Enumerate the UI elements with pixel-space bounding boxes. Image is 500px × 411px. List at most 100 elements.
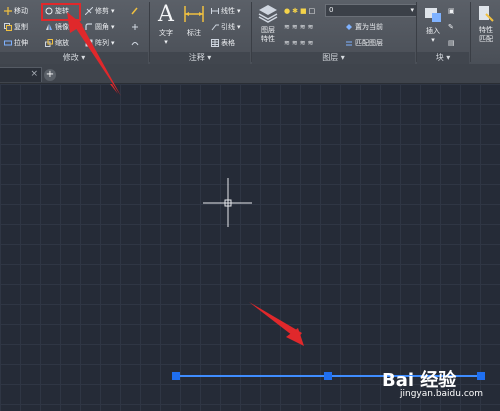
create-block-icon: ▣	[448, 7, 455, 15]
red-arrow-annotation	[110, 84, 118, 94]
new-tab-button[interactable]: +	[44, 69, 56, 81]
layer-tool-icon: ≋	[284, 23, 290, 31]
layer-tool-icon: ≋	[307, 23, 314, 31]
leader-button[interactable]: 引线 ▾	[211, 22, 241, 32]
explode-icon	[132, 24, 138, 30]
linear-label: 线性	[221, 7, 235, 15]
match-properties-button[interactable]: 特性 匹配	[472, 4, 500, 44]
match-layer-label: 匹配图层	[355, 39, 383, 47]
fillet-button[interactable]: 圆角 ▾	[85, 22, 115, 32]
layer-tool-icon: ≋	[307, 39, 314, 47]
text-dropdown-icon[interactable]: ▾	[153, 38, 179, 46]
edit-block-button[interactable]: ✎	[448, 22, 454, 32]
insert-dropdown-icon[interactable]: ▾	[420, 36, 446, 44]
leader-dropdown-icon[interactable]: ▾	[237, 22, 241, 32]
crosshair-cursor	[203, 178, 252, 227]
fillet-dropdown-icon[interactable]: ▾	[111, 22, 115, 32]
red-arrow-annotation	[249, 302, 304, 346]
endpoint-grip[interactable]	[172, 372, 180, 380]
table-button[interactable]: 表格	[211, 38, 235, 48]
fillet-icon	[85, 23, 92, 30]
rotate-icon	[45, 7, 53, 15]
linear-dim-icon	[211, 8, 219, 14]
text-button[interactable]: A 文字 ▾	[153, 2, 179, 46]
file-tab-bar: × +	[0, 64, 500, 84]
layer-tool-icon: ≋	[291, 23, 298, 31]
layer-tool-icon: ≋	[299, 23, 306, 31]
midpoint-grip[interactable]	[324, 372, 332, 380]
watermark-url: jingyan.baidu.com	[400, 389, 484, 399]
close-icon[interactable]: ×	[30, 68, 38, 81]
layer-tool-icon: ≋	[299, 39, 306, 47]
trim-dropdown-icon[interactable]: ▾	[111, 6, 115, 16]
endpoint-grip[interactable]	[477, 372, 485, 380]
trim-button[interactable]: 修剪 ▾	[85, 6, 115, 16]
linear-button[interactable]: 线性 ▾	[211, 6, 241, 16]
block-attribute-button[interactable]: ▤	[448, 38, 455, 48]
layer-dropdown[interactable]: 0 ▾	[325, 4, 417, 17]
array-dropdown-icon[interactable]: ▾	[111, 38, 115, 48]
layer-tools-row1[interactable]: ≋ ≋ ≋ ≋	[284, 22, 314, 32]
layers-icon	[258, 5, 278, 23]
block-panel-title[interactable]: 块 ▾	[417, 52, 469, 64]
offset-button[interactable]	[131, 38, 139, 48]
set-current-button[interactable]: 置为当前	[345, 22, 383, 32]
drawing-canvas[interactable]	[0, 84, 500, 411]
chevron-down-icon: ▾	[410, 6, 414, 14]
insert-block-icon	[425, 8, 441, 22]
dimension-label: 标注	[187, 29, 201, 37]
array-button[interactable]: 阵列 ▾	[85, 38, 115, 48]
rotate-label: 旋转	[55, 7, 69, 15]
stretch-button[interactable]: 拉伸	[4, 38, 28, 48]
leader-icon	[211, 24, 219, 31]
canvas-overlay	[110, 84, 485, 380]
scale-button[interactable]: 缩放	[45, 38, 69, 48]
layer-tool-icon: ≋	[291, 39, 298, 47]
linear-dropdown-icon[interactable]: ▾	[237, 6, 241, 16]
pencil-icon	[131, 7, 138, 15]
dimension-icon	[184, 6, 204, 22]
erase-button[interactable]	[131, 6, 139, 16]
layer-properties-button[interactable]: 图层 特性	[255, 2, 281, 44]
layer-tools-row2[interactable]: ≋ ≋ ≋ ≋	[284, 38, 314, 48]
mirror-label: 镜像	[55, 23, 69, 31]
array-label: 阵列	[95, 39, 109, 47]
mirror-button[interactable]: 镜像	[45, 22, 69, 32]
sun-icon: ✱	[292, 7, 298, 15]
match-layer-button[interactable]: 匹配图层	[345, 38, 383, 48]
move-icon	[4, 7, 12, 15]
insert-button[interactable]: 插入 ▾	[420, 4, 446, 44]
lock-icon: ■	[299, 7, 307, 15]
layers-panel-title[interactable]: 图层 ▾	[252, 52, 415, 64]
match-layer-icon	[346, 41, 352, 46]
mirror-icon	[46, 24, 52, 30]
dimension-button[interactable]: 标注	[181, 2, 207, 38]
move-button[interactable]: 移动	[4, 6, 28, 16]
offset-icon	[131, 42, 139, 46]
block-attribute-icon: ▤	[448, 39, 455, 47]
rotate-button[interactable]: 旋转	[45, 6, 69, 16]
edit-block-icon: ✎	[448, 23, 454, 31]
text-label: 文字	[159, 29, 173, 37]
scale-icon	[45, 39, 53, 47]
drawing-tab[interactable]: ×	[0, 67, 42, 82]
copy-label: 复制	[14, 23, 28, 31]
set-current-label: 置为当前	[355, 23, 383, 31]
lightbulb-icon: ●	[284, 7, 291, 15]
create-block-button[interactable]: ▣	[448, 6, 455, 16]
explode-button[interactable]	[131, 22, 139, 32]
panel-separator	[470, 2, 471, 62]
fillet-label: 圆角	[95, 23, 109, 31]
layer-state-icons[interactable]: ● ✱ ■ □	[284, 6, 315, 16]
table-icon	[211, 39, 219, 47]
modify-panel-title[interactable]: 修改 ▾	[0, 52, 148, 64]
leader-label: 引线	[221, 23, 235, 31]
copy-button[interactable]: 复制	[4, 22, 28, 32]
set-current-icon	[346, 24, 352, 30]
scale-label: 缩放	[55, 39, 69, 47]
move-label: 移动	[14, 7, 28, 15]
annotation-panel-title[interactable]: 注释 ▾	[150, 52, 250, 64]
color-swatch-icon: □	[308, 7, 316, 15]
stretch-icon	[4, 40, 12, 46]
layer-dropdown-value: 0	[329, 6, 334, 14]
